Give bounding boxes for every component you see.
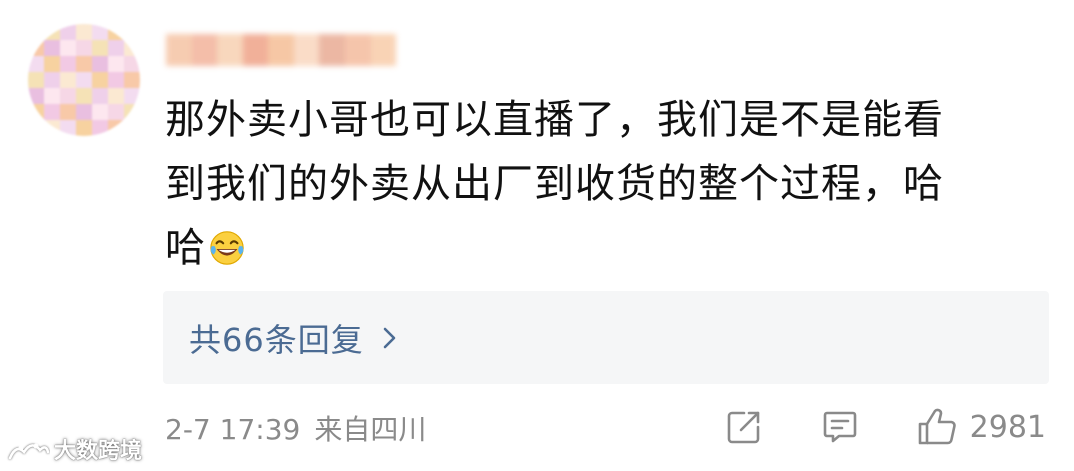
username-mosaic-cell <box>191 34 218 66</box>
avatar-mosaic-cell <box>92 120 108 136</box>
location-source: 来自四川 <box>314 413 427 446</box>
watermark-text: 大数跨境 <box>54 439 143 464</box>
avatar-mosaic-cell <box>44 56 60 72</box>
avatar-mosaic-cell <box>108 24 124 40</box>
username-mosaic-cell <box>217 34 243 66</box>
avatar-mosaic-cell <box>44 24 60 40</box>
username-mosaic-cell <box>242 34 269 66</box>
watermark-logo-icon <box>8 443 50 460</box>
comment-actions: 2981 <box>724 402 1046 452</box>
comment-meta: 2-7 17:39 来自四川 <box>165 408 426 448</box>
avatar-mosaic-cell <box>108 120 124 136</box>
avatar-mosaic-cell <box>60 24 76 40</box>
avatar-mosaic-cell <box>108 40 124 56</box>
like-count: 2981 <box>969 409 1046 445</box>
avatar-mosaic-cell <box>76 120 92 136</box>
avatar-mosaic-cell <box>44 88 60 104</box>
avatar-mosaic-cell <box>60 104 76 120</box>
avatar-mosaic-cell <box>108 72 124 88</box>
avatar-mosaic-cell <box>44 120 60 136</box>
avatar-mosaic-cell <box>28 88 44 104</box>
avatar-mosaic-cell <box>92 104 108 120</box>
avatar-mosaic-cell <box>124 56 140 72</box>
avatar-mosaic-cell <box>124 120 140 136</box>
avatar[interactable] <box>28 24 140 136</box>
share-icon <box>727 411 759 444</box>
reply-count-label: 共66条回复 <box>189 320 364 359</box>
avatar-mosaic-cell <box>28 24 44 40</box>
comment-button[interactable] <box>820 407 916 447</box>
avatar-mosaic-cell <box>60 120 76 136</box>
comment-line-2: 到我们的外卖从出厂到收货的整个过程，哈 <box>165 161 944 207</box>
avatar-mosaic-cell <box>76 104 92 120</box>
username-mosaic-cell <box>166 34 192 66</box>
avatar-mosaic-cell <box>108 104 124 120</box>
avatar-mosaic-cell <box>124 88 140 104</box>
avatar-mosaic-cell <box>44 104 60 120</box>
avatar-mosaic-cell <box>28 40 44 56</box>
avatar-mosaic-cell <box>92 72 108 88</box>
comment-line-1: 那外卖小哥也可以直播了，我们是不是能看 <box>165 97 944 143</box>
avatar-mosaic-cell <box>44 40 60 56</box>
avatar-mosaic-cell <box>124 40 140 56</box>
comment-line-3-text: 哈 <box>165 225 206 271</box>
like-button[interactable]: 2981 <box>916 406 1046 448</box>
username-mosaic-cell <box>344 34 371 66</box>
avatar-mosaic-cell <box>76 88 92 104</box>
comment-text: 那外卖小哥也可以直播了，我们是不是能看 到我们的外卖从出厂到收货的整个过程，哈 … <box>165 88 1035 280</box>
avatar-mosaic-cell <box>92 56 108 72</box>
avatar-mosaic-cell <box>28 104 44 120</box>
chevron-right-icon <box>383 327 396 348</box>
avatar-mosaic-cell <box>92 40 108 56</box>
avatar-mosaic-cell <box>28 56 44 72</box>
comment-line-3: 哈 <box>165 216 1035 280</box>
avatar-mosaic-cell <box>60 56 76 72</box>
avatar-mosaic-cell <box>108 56 124 72</box>
avatar-mosaic-cell <box>28 72 44 88</box>
avatar-mosaic-cell <box>76 56 92 72</box>
avatar-mosaic-cell <box>108 88 124 104</box>
avatar-mosaic-cell <box>124 24 140 40</box>
laughing-tears-emoji-icon <box>210 231 244 265</box>
avatar-mosaic-cell <box>76 72 92 88</box>
avatar-mosaic-cell <box>76 40 92 56</box>
comment-icon <box>823 411 856 443</box>
watermark: 大数跨境 <box>6 433 142 465</box>
avatar-mosaic-cell <box>124 104 140 120</box>
avatar-mosaic-cell <box>76 24 92 40</box>
view-replies-button[interactable]: 共66条回复 <box>163 291 1049 384</box>
username-mosaic-cell <box>293 34 320 66</box>
avatar-mosaic-cell <box>60 72 76 88</box>
avatar-mosaic-cell <box>44 72 60 88</box>
avatar-mosaic-cell <box>92 88 108 104</box>
timestamp: 2-7 17:39 <box>165 413 301 446</box>
username-mosaic-cell <box>319 34 345 66</box>
username-mosaic-cell <box>268 34 294 66</box>
share-button[interactable] <box>724 407 820 447</box>
avatar-mosaic-cell <box>60 40 76 56</box>
username-mosaic-cell <box>370 34 397 66</box>
avatar-mosaic-cell <box>92 24 108 40</box>
avatar-mosaic-cell <box>124 72 140 88</box>
thumbs-up-icon <box>918 408 956 445</box>
avatar-mosaic-cell <box>28 120 44 136</box>
avatar-mosaic-cell <box>60 88 76 104</box>
username-blurred[interactable] <box>166 34 397 66</box>
